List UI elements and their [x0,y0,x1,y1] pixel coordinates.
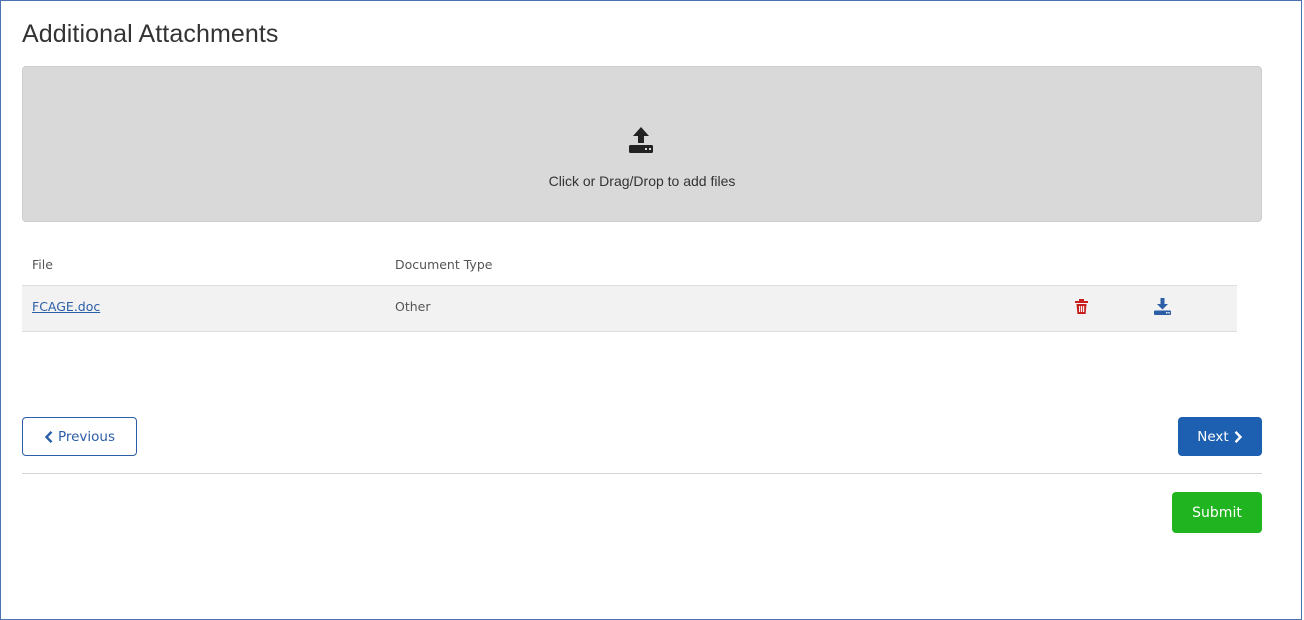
previous-button[interactable]: Previous [22,417,137,456]
next-button-label: Next [1197,428,1229,445]
table-row: FCAGE.doc Other [22,285,1237,332]
previous-button-label: Previous [57,428,116,445]
dropzone-text[interactable]: Click or Drag/Drop to add files [22,173,1262,189]
submit-button[interactable]: Submit [1172,492,1262,533]
column-header-file: File [32,257,53,272]
chevron-left-icon [44,430,53,443]
column-header-document-type: Document Type [395,257,493,272]
document-type-value: Other [395,299,431,314]
next-button[interactable]: Next [1178,417,1262,456]
divider [22,473,1262,474]
file-link[interactable]: FCAGE.doc [32,299,100,314]
chevron-right-icon [1234,430,1242,443]
attachments-table-header: File Document Type [22,248,1237,284]
trash-icon[interactable] [1075,299,1088,314]
page-title: Additional Attachments [22,20,279,48]
download-icon[interactable] [1154,298,1171,315]
submit-button-label: Submit [1192,504,1242,521]
upload-icon[interactable] [626,126,656,154]
